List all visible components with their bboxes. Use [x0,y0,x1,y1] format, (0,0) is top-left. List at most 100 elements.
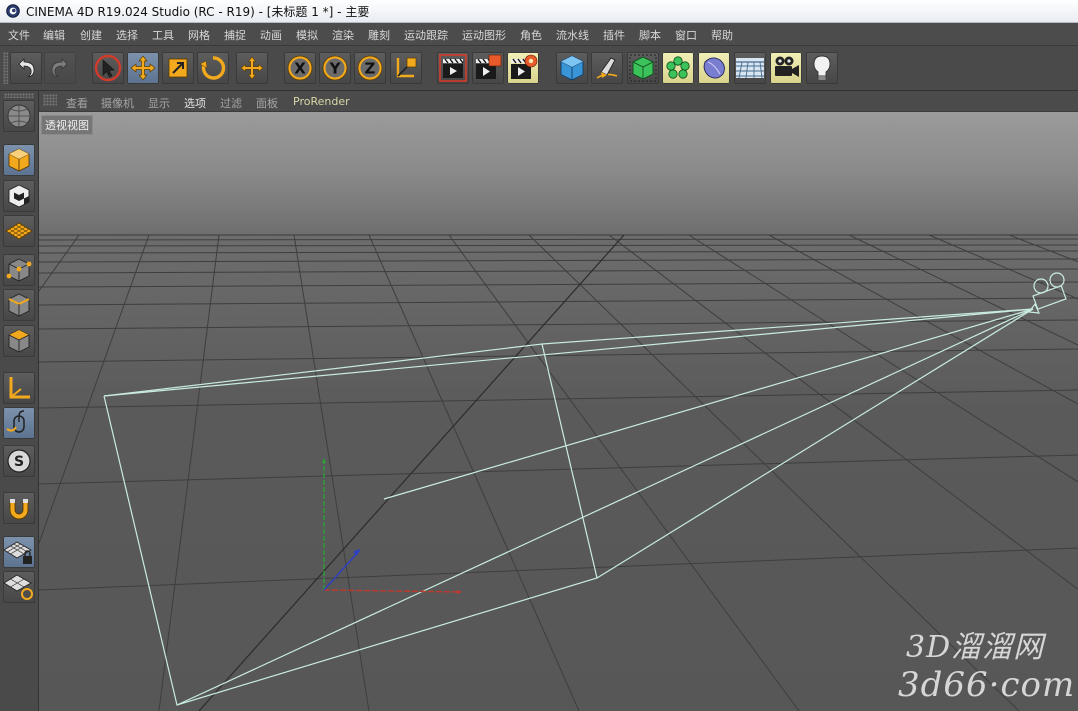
menu-window[interactable]: 窗口 [675,27,697,43]
watermark-url: 3d66·com [898,665,1076,705]
coordinate-system-button[interactable] [390,52,422,84]
undo-icon [18,58,35,78]
polygons-mode-button[interactable] [3,325,35,357]
svg-text:Z: Z [365,60,376,78]
menu-edit[interactable]: 编辑 [43,27,65,43]
viewport-menu-prorender[interactable]: ProRender [293,95,350,108]
move-small-icon [240,56,264,80]
menu-animate[interactable]: 动画 [260,27,282,43]
live-selection-button[interactable] [92,52,124,84]
deformer-icon [703,57,725,79]
move-tool-button[interactable] [127,52,159,84]
coordinate-system-icon [396,57,417,78]
render-settings-button[interactable] [507,52,539,84]
menu-simulate[interactable]: 模拟 [296,27,318,43]
z-axis-lock-button[interactable]: Z [354,52,386,84]
deformer-button[interactable] [698,52,730,84]
viewport-menu-grip[interactable] [43,94,57,106]
menu-mesh[interactable]: 网格 [188,27,210,43]
edges-mode-icon [8,293,30,317]
y-axis-lock-button[interactable]: Y [319,52,351,84]
menu-tools[interactable]: 工具 [152,27,174,43]
axis-mode-button[interactable] [3,372,35,404]
menu-render[interactable]: 渲染 [332,27,354,43]
undo-button[interactable] [10,52,42,84]
redo-button[interactable] [44,52,76,84]
cloner-button[interactable] [662,52,694,84]
cinema4d-logo-icon [6,4,20,18]
menu-script[interactable]: 脚本 [639,27,661,43]
workplane-align-button[interactable] [3,571,35,603]
texture-mode-button[interactable] [3,180,35,212]
render-picture-viewer-button[interactable] [472,52,504,84]
viewport-menu-display[interactable]: 显示 [148,95,170,111]
subdivision-icon [629,54,657,82]
menu-create[interactable]: 创建 [80,27,102,43]
menu-mograph[interactable]: 运动图形 [462,27,506,43]
viewport-menu-panel[interactable]: 面板 [256,95,278,111]
last-tool-button[interactable] [236,52,268,84]
viewport-menu-options[interactable]: 选项 [184,95,206,111]
rotate-tool-button[interactable] [197,52,229,84]
scale-tool-button[interactable] [162,52,194,84]
model-mode-icon [8,148,30,172]
pen-button[interactable] [591,52,623,84]
floor-button[interactable] [734,52,766,84]
camera-frustum-wireframe[interactable] [103,308,1034,706]
workplane-align-icon [3,574,33,600]
menu-pipeline[interactable]: 流水线 [556,27,589,43]
pen-icon [596,57,618,79]
y-axis-icon: Y [322,55,348,81]
viewport-menu-view[interactable]: 查看 [66,95,88,111]
redo-icon [51,58,68,78]
axis-mode-icon [9,377,30,399]
light-bulb-icon [813,55,831,80]
viewport-menu-filter[interactable]: 过滤 [220,95,242,111]
points-mode-button[interactable] [3,254,35,286]
workplane-mode-button[interactable] [3,215,35,247]
workplane-lock-button[interactable] [3,536,35,568]
tweak-mode-button[interactable] [3,407,35,439]
solo-button[interactable]: S [3,445,35,477]
menu-help[interactable]: 帮助 [711,27,733,43]
move-icon [130,55,156,81]
title-bar: CINEMA 4D R19.024 Studio (RC - R19) - [未… [0,0,1078,23]
edges-mode-button[interactable] [3,289,35,321]
snap-button[interactable] [3,492,35,524]
viewport-menu-cameras[interactable]: 摄像机 [101,95,134,111]
menu-file[interactable]: 文件 [8,27,30,43]
svg-text:X: X [294,60,306,78]
camera-button[interactable] [770,52,802,84]
solo-icon: S [7,449,31,473]
toolbar-grip[interactable] [3,52,8,84]
viewport-menu-bar: 查看 摄像机 显示 选项 过滤 面板 ProRender [39,91,1078,112]
x-axis-lock-button[interactable]: X [284,52,316,84]
subdivision-surface-button[interactable] [627,52,659,84]
menu-snap[interactable]: 捕捉 [224,27,246,43]
make-editable-icon [7,104,31,128]
svg-text:Y: Y [329,60,342,78]
cloner-icon [666,56,690,79]
workplane-lock-icon [3,541,32,564]
model-mode-button[interactable] [3,144,35,176]
render-view-button[interactable] [437,52,469,84]
menu-plugins[interactable]: 插件 [603,27,625,43]
window-title: CINEMA 4D R19.024 Studio (RC - R19) - [未… [26,5,370,19]
menu-select[interactable]: 选择 [116,27,138,43]
clapper-render-icon [439,54,467,82]
clapper-viewer-icon [476,54,502,79]
scale-icon [168,58,188,78]
x-axis-icon: X [287,55,313,81]
menu-sculpt[interactable]: 雕刻 [368,27,390,43]
menu-character[interactable]: 角色 [520,27,542,43]
palette-grip[interactable] [4,93,34,98]
menu-motion-tracker[interactable]: 运动跟踪 [404,27,448,43]
left-mode-palette: S [0,91,39,711]
cursor-icon [94,54,122,82]
viewport-label: 透视视图 [41,115,93,135]
make-editable-button[interactable] [3,100,35,132]
camera-object-icon[interactable] [1027,272,1067,314]
cube-button[interactable] [556,52,588,84]
light-button[interactable] [806,52,838,84]
polygons-mode-icon [8,329,30,353]
